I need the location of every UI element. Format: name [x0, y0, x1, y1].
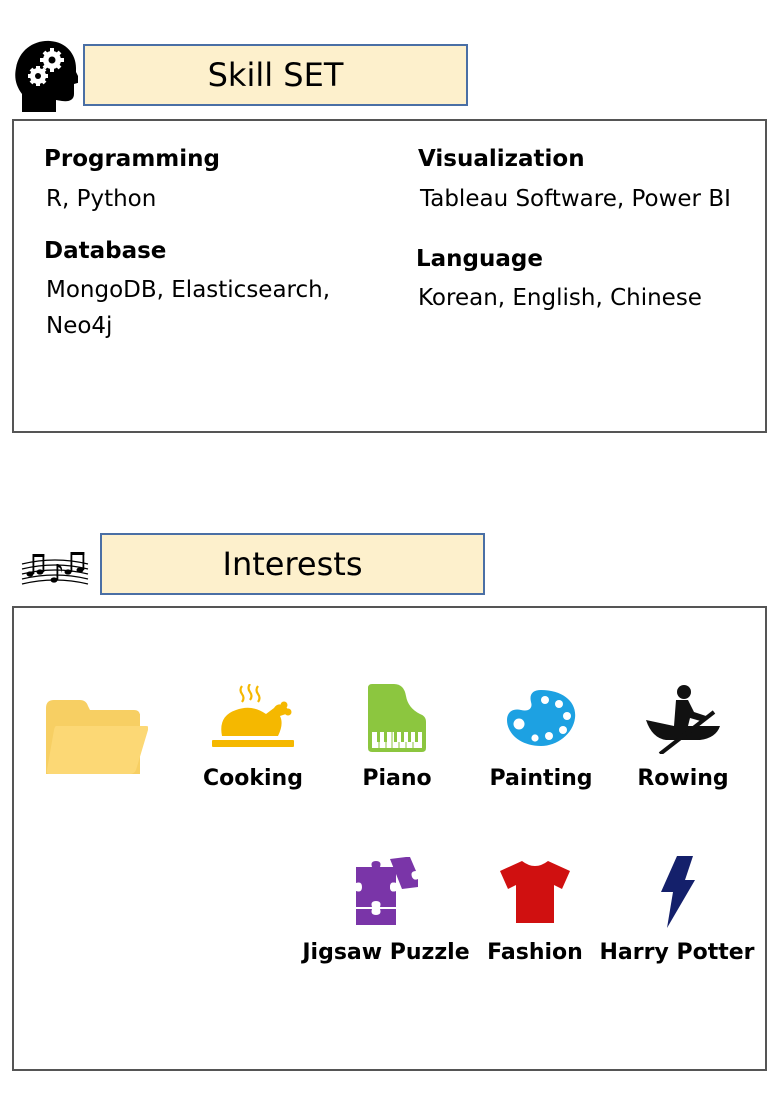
puzzle-icon [354, 852, 418, 932]
skillset-panel: Programming R, Python Database MongoDB, … [12, 119, 767, 433]
interest-rowing: Rowing [598, 678, 768, 791]
interest-label: Piano [362, 766, 432, 791]
interest-jigsaw-puzzle: Jigsaw Puzzle [301, 852, 471, 965]
interest-label: Fashion [487, 940, 583, 965]
music-notes-icon [20, 550, 90, 590]
interests-banner: Interests [100, 533, 485, 595]
language-heading: Language [416, 246, 543, 272]
head-gears-icon [14, 38, 81, 112]
lightning-bolt-icon [657, 852, 697, 932]
palette-icon [505, 678, 577, 758]
database-value-line1: MongoDB, Elasticsearch, [46, 277, 331, 303]
interest-label: Jigsaw Puzzle [302, 940, 470, 965]
programming-value: R, Python [46, 186, 157, 212]
skillset-banner: Skill SET [83, 44, 468, 106]
tshirt-icon [498, 852, 572, 932]
interests-title: Interests [222, 545, 363, 583]
roast-chicken-icon [212, 678, 294, 758]
database-heading: Database [44, 238, 167, 264]
rowing-icon [644, 678, 722, 758]
interest-harry-potter: Harry Potter [592, 852, 762, 965]
visualization-heading: Visualization [418, 146, 585, 172]
programming-heading: Programming [44, 146, 220, 172]
visualization-value: Tableau Software, Power BI [420, 186, 731, 212]
skillset-title: Skill SET [207, 56, 344, 94]
piano-icon [364, 678, 430, 758]
interests-panel: Cooking Piano Painting Rowing Jigsaw Puz… [12, 606, 767, 1071]
interest-label: Painting [489, 766, 593, 791]
interest-label: Harry Potter [599, 940, 755, 965]
interest-label: Cooking [203, 766, 303, 791]
interest-label: Rowing [637, 766, 729, 791]
database-value-line2: Neo4j [46, 313, 113, 339]
language-value: Korean, English, Chinese [418, 285, 702, 311]
folder-icon [46, 700, 149, 774]
